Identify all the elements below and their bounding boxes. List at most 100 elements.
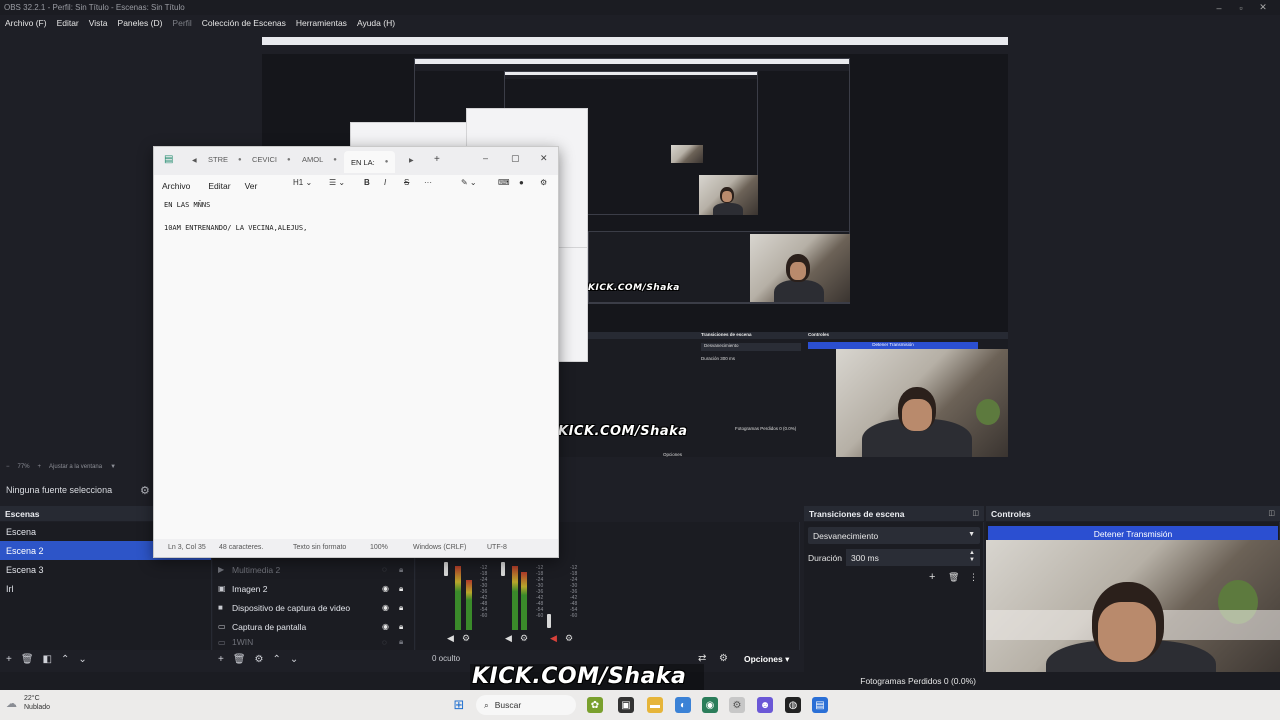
- sources-toolbar: + 🗑 ⚙ ⌃ ⌄: [218, 650, 298, 668]
- menu-editar[interactable]: Editar: [52, 18, 84, 28]
- tab-stre[interactable]: STRE ●: [208, 155, 242, 164]
- gear-icon[interactable]: ⚙: [462, 633, 470, 644]
- add-source-button[interactable]: +: [218, 654, 224, 665]
- gear-icon[interactable]: ⚙: [540, 178, 547, 187]
- list-icon[interactable]: ☰ ⌄: [329, 178, 345, 187]
- source-item[interactable]: ▶ Multimedia 2 ◌ 🔒︎: [218, 560, 413, 579]
- dock-float-icon[interactable]: ◫: [972, 509, 979, 517]
- strikethrough-icon[interactable]: S: [404, 178, 409, 187]
- close-button[interactable]: ✕: [1252, 0, 1274, 15]
- spin-arrows-icon[interactable]: ▲ ▼: [969, 550, 975, 564]
- lock-icon[interactable]: 🔒︎: [399, 622, 403, 632]
- move-up-button[interactable]: ⌃: [273, 654, 281, 665]
- move-down-button[interactable]: ⌄: [78, 654, 86, 665]
- transition-select[interactable]: Desvanecimiento ▼: [808, 527, 980, 544]
- menu-herramientas[interactable]: Herramientas: [291, 18, 352, 28]
- weather-widget[interactable]: 22°C Nublado: [24, 694, 50, 712]
- gear-icon[interactable]: ⚙: [565, 633, 573, 644]
- menu-coleccion-escenas[interactable]: Colección de Escenas: [197, 18, 291, 28]
- eye-icon[interactable]: ◉: [382, 603, 389, 612]
- menu-paneles[interactable]: Paneles (D): [113, 18, 168, 28]
- browser-icon[interactable]: ◉: [702, 697, 718, 713]
- copilot-icon[interactable]: ⌨: [498, 178, 510, 187]
- task-view-icon[interactable]: ▣: [618, 697, 634, 713]
- discord-icon[interactable]: ☻: [757, 697, 773, 713]
- trash-icon[interactable]: 🗑: [233, 654, 246, 665]
- source-item[interactable]: ▭ Captura de pantalla ◉ 🔒︎: [218, 617, 413, 636]
- trash-icon[interactable]: 🗑: [21, 654, 34, 665]
- more-options-icon[interactable]: ⋮: [969, 572, 978, 583]
- menu-ayuda[interactable]: Ayuda (H): [352, 18, 400, 28]
- lock-icon[interactable]: 🔒︎: [399, 565, 403, 575]
- link-icon[interactable]: ⇄: [698, 653, 706, 664]
- lock-icon[interactable]: 🔒︎: [399, 637, 403, 647]
- eye-hidden-icon[interactable]: ◌: [382, 638, 387, 647]
- gear-icon[interactable]: ⚙: [520, 633, 528, 644]
- audio-options-button[interactable]: Opciones ▾: [744, 654, 789, 665]
- heading-button[interactable]: H1 ⌄: [293, 178, 312, 187]
- add-transition-button[interactable]: +: [929, 571, 935, 583]
- gear-icon[interactable]: ⚙: [719, 653, 728, 664]
- gear-icon[interactable]: ⚙: [255, 654, 264, 665]
- filter-icon[interactable]: ◧: [43, 654, 52, 665]
- source-item[interactable]: ▣ Imagen 2 ◉ 🔒︎: [218, 579, 413, 598]
- tab-en-la[interactable]: EN LA: ●: [344, 151, 396, 173]
- duration-spinbox[interactable]: 300 ms ▲ ▼: [846, 549, 980, 566]
- menu-archivo[interactable]: Archivo (F): [0, 18, 52, 28]
- dock-float-icon[interactable]: ◫: [1268, 509, 1275, 517]
- new-tab-button[interactable]: +: [434, 154, 440, 165]
- zoom-in-button[interactable]: +: [38, 464, 42, 470]
- menu-editar[interactable]: Editar: [208, 181, 230, 191]
- eye-icon[interactable]: ◉: [382, 622, 389, 631]
- italic-icon[interactable]: I: [384, 178, 386, 187]
- lock-icon[interactable]: 🔒︎: [399, 603, 403, 613]
- move-down-button[interactable]: ⌄: [290, 654, 298, 665]
- bold-icon[interactable]: B: [364, 178, 370, 187]
- account-icon[interactable]: ●: [519, 178, 524, 187]
- menu-archivo[interactable]: Archivo: [162, 181, 190, 191]
- notepad-icon[interactable]: ▤: [812, 697, 828, 713]
- lock-icon[interactable]: 🔒︎: [399, 584, 403, 594]
- speaker-icon[interactable]: ◀: [447, 633, 454, 644]
- maximize-button[interactable]: ▢: [511, 153, 520, 164]
- source-item[interactable]: ■ Dispositivo de captura de video ◉ 🔒︎: [218, 598, 413, 617]
- format-clear-icon[interactable]: ✎ ⌄: [461, 178, 477, 187]
- source-item[interactable]: ▭ 1WIN ◌ 🔒︎: [218, 635, 413, 649]
- menu-perfil[interactable]: Perfil: [167, 18, 196, 28]
- settings-icon[interactable]: ⚙: [729, 697, 745, 713]
- widgets-icon[interactable]: ✿: [587, 697, 603, 713]
- obs-icon[interactable]: ◍: [785, 697, 801, 713]
- speaker-icon[interactable]: ◀: [505, 633, 512, 644]
- eye-icon[interactable]: ◉: [382, 584, 389, 593]
- file-explorer-icon[interactable]: ▬: [647, 697, 663, 713]
- trash-icon[interactable]: 🗑: [948, 572, 959, 583]
- scroll-right-icon[interactable]: ▶: [409, 157, 414, 164]
- tab-amol[interactable]: AMOL ●: [302, 155, 337, 164]
- volume-slider-handle[interactable]: [501, 562, 505, 576]
- taskbar-search[interactable]: ⌕ Buscar: [476, 695, 576, 715]
- muted-speaker-icon[interactable]: ◀: [550, 633, 557, 644]
- minimize-button[interactable]: –: [1208, 0, 1230, 15]
- add-scene-button[interactable]: +: [6, 654, 12, 665]
- gear-icon[interactable]: ⚙: [140, 484, 152, 497]
- maximize-button[interactable]: ▫: [1230, 0, 1252, 15]
- volume-slider-handle[interactable]: [444, 562, 448, 576]
- move-up-button[interactable]: ⌃: [61, 654, 69, 665]
- menu-ver[interactable]: Ver: [245, 181, 258, 191]
- edge-icon[interactable]: ◐: [675, 697, 691, 713]
- close-button[interactable]: ✕: [540, 153, 548, 164]
- tab-cevici[interactable]: CEVICI ●: [252, 155, 291, 164]
- notepad-text-area[interactable]: EN LAS MÑNS 10AM ENTRENANDO/ LA VECINA,A…: [164, 201, 554, 247]
- zoom-out-button[interactable]: −: [6, 464, 10, 470]
- scene-item[interactable]: Escena 3: [0, 560, 211, 579]
- eye-hidden-icon[interactable]: ◌: [382, 565, 387, 574]
- scene-item[interactable]: Irl: [0, 579, 211, 598]
- windows-start-icon[interactable]: ⊞: [451, 697, 467, 713]
- fit-to-window[interactable]: Ajustar a la ventana: [49, 464, 102, 470]
- more-icon[interactable]: ···: [424, 178, 432, 187]
- menu-vista[interactable]: Vista: [84, 18, 113, 28]
- chevron-down-icon[interactable]: ▼: [110, 464, 116, 470]
- minimize-button[interactable]: –: [483, 153, 488, 163]
- volume-slider-handle[interactable]: [547, 614, 551, 628]
- scroll-left-icon[interactable]: ◀: [192, 157, 197, 164]
